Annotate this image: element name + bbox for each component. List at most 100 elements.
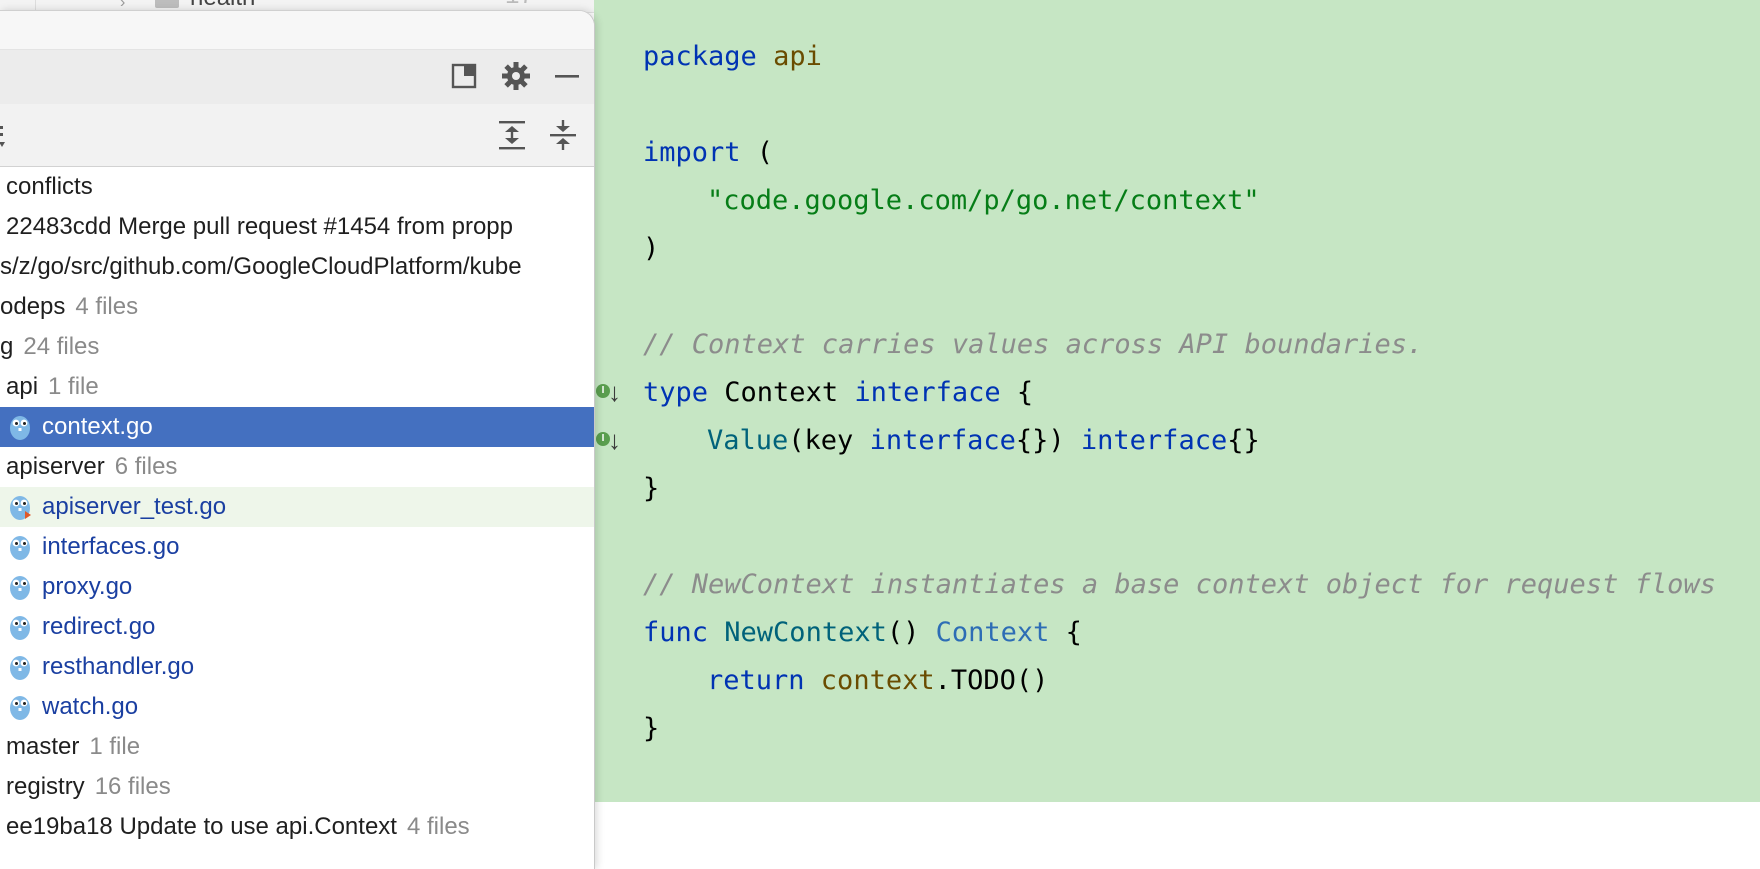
code-line-8[interactable]: } <box>643 469 659 509</box>
code-line-12[interactable]: } <box>643 709 659 749</box>
file-count: 1 file <box>89 733 141 760</box>
row-label: watch.go <box>42 693 139 720</box>
file-row-proxy-go[interactable]: proxy.go <box>0 567 594 607</box>
comment: // Context carries values across API bou… <box>643 329 1424 360</box>
changelist-conflicts[interactable]: conflicts <box>0 167 594 207</box>
go-file-icon <box>10 656 30 680</box>
file-row-watch-go[interactable]: watch.go <box>0 687 594 727</box>
code-text: () <box>886 617 936 648</box>
code-line-11[interactable]: return context.TODO() <box>707 661 1048 701</box>
file-row-context-go[interactable]: context.go <box>0 407 594 447</box>
code-text: {} <box>1227 425 1260 456</box>
keyword: interface <box>869 425 1016 456</box>
code-text: {}) <box>1015 425 1081 456</box>
row-label: proxy.go <box>42 573 133 600</box>
code-text: } <box>643 713 660 744</box>
go-file-icon <box>10 416 30 440</box>
editor-empty-area[interactable] <box>594 802 1760 868</box>
folder-node-api[interactable]: api 1 file <box>0 367 594 407</box>
function-name: NewContext <box>708 617 887 648</box>
row-label: 22483cdd Merge pull request #1454 from p… <box>6 213 513 240</box>
type-name: Context <box>935 617 1050 648</box>
file-count: 1 file <box>48 373 99 400</box>
row-label: conflicts <box>6 173 93 200</box>
changes-tool-window[interactable]: conflicts 22483cdd Merge pull request #1… <box>0 10 595 869</box>
commit-node[interactable]: 22483cdd Merge pull request #1454 from p… <box>0 207 594 247</box>
keyword: interface <box>854 377 1001 408</box>
implemented-marker-icon[interactable]: I ↓ <box>596 426 626 456</box>
code-line-5[interactable]: // Context carries values across API bou… <box>643 325 1423 365</box>
row-label: master <box>6 733 80 760</box>
row-label: context.go <box>42 413 153 440</box>
code-line-9[interactable]: // NewContext instantiates a base contex… <box>643 565 1716 605</box>
string-literal: "code.google.com/p/go.net/context" <box>707 185 1260 216</box>
file-row-resthandler-go[interactable]: resthandler.go <box>0 647 594 687</box>
row-label: s/z/go/src/github.com/GoogleCloudPlatfor… <box>0 253 522 280</box>
row-label: g <box>0 333 14 360</box>
collapse-all-icon[interactable] <box>545 117 581 153</box>
panel-title-strip <box>0 11 594 49</box>
folder-node[interactable]: odeps 4 files <box>0 287 594 327</box>
code-text: ( <box>740 137 774 168</box>
code-line-1[interactable]: package api <box>643 37 822 77</box>
keyword: import <box>643 137 741 168</box>
row-label: api <box>6 373 39 400</box>
row-label: ee19ba18 Update to use api.Context <box>6 813 397 840</box>
file-row-apiserver-test-go[interactable]: apiserver_test.go <box>0 487 594 527</box>
row-label: interfaces.go <box>42 533 180 560</box>
keyword: func <box>643 617 709 648</box>
path-node[interactable]: s/z/go/src/github.com/GoogleCloudPlatfor… <box>0 247 594 287</box>
panel-toolbar <box>0 104 594 167</box>
package-name: api <box>773 41 822 72</box>
code-text: } <box>643 473 660 504</box>
minimize-icon[interactable] <box>549 58 585 94</box>
implemented-marker-icon[interactable]: I ↓ <box>596 378 626 408</box>
row-label: odeps <box>0 293 66 320</box>
go-test-file-icon <box>10 496 31 520</box>
method-name: Value <box>707 425 789 456</box>
group-by-icon[interactable] <box>0 117 20 153</box>
row-label: apiserver_test.go <box>42 493 227 520</box>
file-row-interfaces-go[interactable]: interfaces.go <box>0 527 594 567</box>
layout-icon[interactable] <box>446 58 482 94</box>
file-count: 4 files <box>75 293 139 320</box>
go-file-icon <box>10 536 30 560</box>
row-label: apiserver <box>6 453 105 480</box>
folder-node-master[interactable]: master 1 file <box>0 727 594 767</box>
keyword: package <box>643 41 757 72</box>
row-label: resthandler.go <box>42 653 195 680</box>
file-count: 24 files <box>23 333 100 360</box>
go-file-icon <box>10 576 30 600</box>
row-label: redirect.go <box>42 613 156 640</box>
folder-node-apiserver[interactable]: apiserver 6 files <box>0 447 594 487</box>
code-line-2[interactable]: import ( <box>643 133 773 173</box>
code-line-6[interactable]: type Context interface { <box>643 373 1033 413</box>
row-label: registry <box>6 773 85 800</box>
go-file-icon <box>10 696 30 720</box>
file-count: 4 files <box>406 813 470 840</box>
go-file-icon <box>10 616 30 640</box>
code-text: .TODO() <box>934 665 1049 696</box>
keyword: interface <box>1080 425 1228 456</box>
folder-node-registry[interactable]: registry 16 files <box>0 767 594 807</box>
code-line-4[interactable]: ) <box>643 229 659 269</box>
panel-header <box>0 49 594 105</box>
keyword: return <box>707 665 805 696</box>
code-text: { <box>1049 617 1082 648</box>
comment: // NewContext instantiates a base contex… <box>643 569 1716 600</box>
keyword: type <box>643 377 709 408</box>
code-text: { <box>1000 377 1034 408</box>
file-row-redirect-go[interactable]: redirect.go <box>0 607 594 647</box>
type-name: Context <box>708 377 855 408</box>
package-name: context <box>804 665 935 696</box>
commit-node[interactable]: ee19ba18 Update to use api.Context 4 file… <box>0 807 594 847</box>
code-line-7[interactable]: Value(key interface{}) interface{} <box>707 421 1260 461</box>
file-count: 16 files <box>94 773 171 800</box>
arrow-down-icon: ↓ <box>608 425 621 455</box>
code-line-3[interactable]: "code.google.com/p/go.net/context" <box>707 181 1260 221</box>
code-text: (key <box>788 425 870 456</box>
folder-node[interactable]: g 24 files <box>0 327 594 367</box>
expand-all-icon[interactable] <box>494 117 530 153</box>
gear-icon[interactable] <box>498 58 534 94</box>
code-line-10[interactable]: func NewContext() Context { <box>643 613 1082 653</box>
